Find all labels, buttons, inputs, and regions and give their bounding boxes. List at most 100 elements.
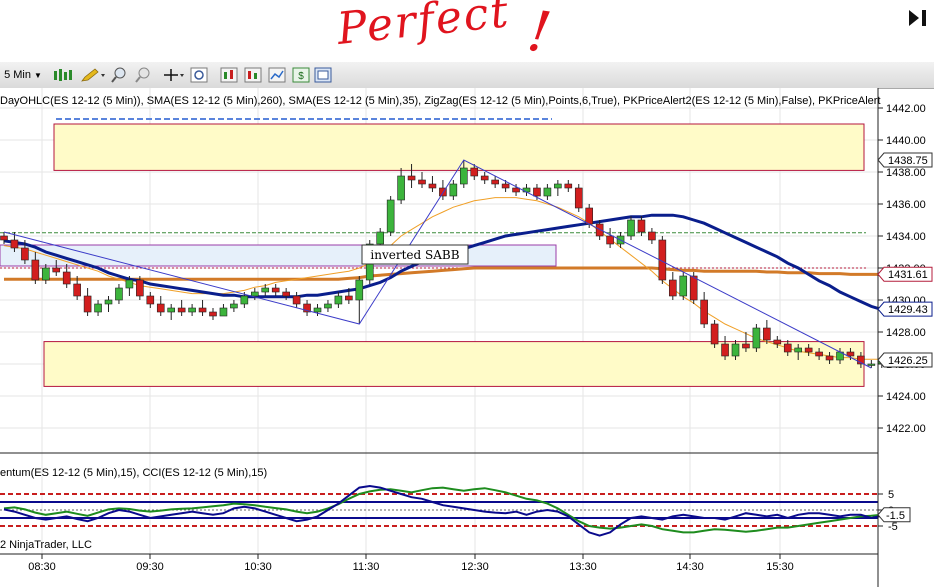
pencil-icon: [81, 68, 105, 82]
candle-body: [689, 275, 698, 301]
candle-body: [543, 187, 552, 197]
candle-body: [637, 219, 646, 233]
time-tick-label: 11:30: [353, 561, 380, 573]
candle-body: [512, 187, 520, 193]
upper-alert-zone: [53, 123, 865, 171]
time-tick-label: 13:30: [569, 561, 597, 573]
bar-type-button[interactable]: [52, 66, 74, 84]
candle-body: [606, 235, 614, 245]
time-axis: 08:30 09:30 10:30 11:30 12:30 13:30 14:30 15:30: [28, 554, 794, 573]
candle-body: [731, 343, 740, 357]
candle-body: [0, 235, 8, 241]
candle-body: [397, 175, 405, 201]
dollar-icon: $: [292, 67, 310, 83]
candle-body: [104, 299, 113, 305]
candle-body: [73, 283, 81, 297]
zoom-in-button[interactable]: [110, 66, 128, 84]
candle-body: [21, 247, 29, 261]
candle-body: [230, 303, 238, 309]
indicators-icon: [220, 67, 238, 83]
candle-body: [115, 287, 123, 301]
candle-body: [585, 207, 594, 225]
price-marker: 1429.43: [877, 301, 933, 317]
price-tick-label: 1428.00: [886, 327, 926, 339]
oscillator-marker: -1.5: [877, 507, 911, 523]
candle-body: [136, 279, 144, 297]
copyright: 2 NinjaTrader, LLC: [0, 539, 92, 551]
time-tick-label: 14:30: [676, 561, 704, 573]
play-pause-icon[interactable]: [906, 6, 930, 30]
candle-body: [449, 183, 458, 197]
zoom-out-button[interactable]: [134, 66, 152, 84]
candle-body: [125, 279, 134, 289]
price-tick-label: 1436.00: [886, 199, 926, 211]
price-tick-label: 1442.00: [886, 103, 926, 115]
candle-body: [177, 307, 186, 313]
candle-body: [794, 347, 803, 353]
candle-body: [648, 231, 656, 241]
candle-body: [240, 295, 249, 305]
candle: [679, 272, 688, 300]
candle-body: [407, 175, 416, 181]
oscillator-tick-label: -5: [888, 521, 898, 533]
oscillator-marker-label: -1.5: [886, 510, 905, 522]
candle-body: [10, 239, 19, 249]
price-tick-label: 1422.00: [886, 423, 926, 435]
candle-body: [522, 187, 531, 193]
price-marker-label: 1426.25: [888, 355, 928, 367]
time-tick-label: 08:30: [28, 561, 56, 573]
candle-body: [595, 223, 604, 237]
trade-button[interactable]: $: [292, 66, 310, 84]
candle-body: [804, 347, 813, 353]
lower-panel-header: entum(ES 12-12 (5 Min),15), CCI(ES 12-12…: [0, 467, 267, 479]
candle-body: [167, 307, 175, 313]
candle-body: [94, 303, 102, 313]
price-marker: 1431.61: [877, 266, 933, 282]
strategies-icon: [244, 67, 262, 83]
candle-body: [815, 351, 823, 357]
chart-canvas[interactable]: inverted SABB DayOHLC(ES 12-12 (5 Min)),…: [0, 88, 934, 587]
candle-body: [41, 267, 50, 281]
indicator-header: DayOHLC(ES 12-12 (5 Min)), SMA(ES 12-12 …: [0, 95, 881, 107]
line-chart-icon: [268, 67, 286, 83]
candle-body: [700, 299, 708, 325]
candle-body: [324, 303, 332, 309]
candle-body: [62, 271, 71, 285]
candle: [752, 324, 761, 352]
magnifier-icon: [190, 67, 208, 83]
bars-icon: [54, 69, 72, 81]
candle-body: [533, 187, 541, 197]
candle-body: [825, 355, 834, 361]
crosshair-button[interactable]: [162, 66, 184, 84]
time-tick-label: 15:30: [766, 561, 794, 573]
candle-body: [668, 279, 677, 297]
time-tick-label: 10:30: [244, 561, 272, 573]
candle-body: [31, 259, 40, 281]
strategies-button[interactable]: [244, 66, 262, 84]
data-box-button[interactable]: [190, 66, 208, 84]
drawing-tool-button[interactable]: [80, 66, 106, 84]
candle-body: [251, 291, 259, 297]
interval-selector[interactable]: 5 Min ▼: [2, 66, 44, 84]
candle: [574, 184, 583, 212]
candle-body: [752, 327, 761, 349]
candle-body: [554, 183, 562, 189]
properties-button[interactable]: [314, 66, 332, 84]
candle-body: [261, 287, 270, 293]
label-box-text: inverted SABB: [370, 248, 459, 262]
price-tick-label: 1438.00: [886, 167, 926, 179]
candle-body: [282, 291, 290, 297]
candle-body: [376, 231, 385, 245]
candle-body: [480, 175, 489, 181]
chart-style-button[interactable]: [268, 66, 286, 84]
candle-body: [501, 183, 510, 189]
interval-label: 5 Min: [4, 69, 31, 81]
indicators-button[interactable]: [220, 66, 238, 84]
zoom-out-icon: [135, 67, 150, 83]
candle-body: [428, 183, 437, 189]
candle-body: [345, 295, 353, 301]
candle-body: [355, 279, 364, 301]
candle-body: [742, 343, 750, 349]
time-tick-label: 09:30: [136, 561, 164, 573]
candle-body: [710, 323, 719, 345]
